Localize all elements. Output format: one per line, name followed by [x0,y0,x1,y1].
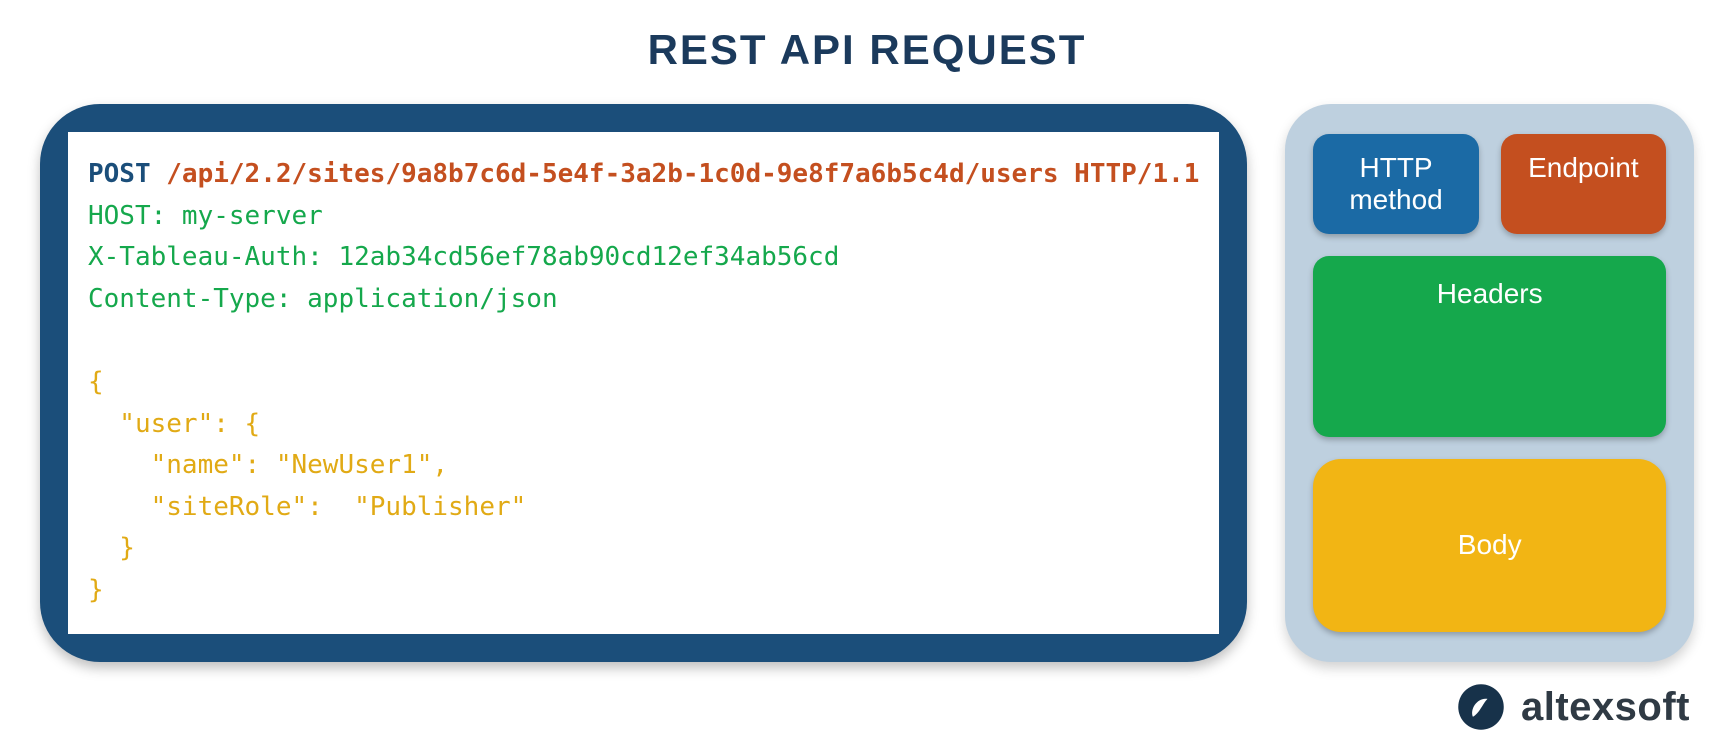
diagram-title: REST API REQUEST [0,0,1734,74]
code-body-line: "siteRole": "Publisher" [88,492,526,522]
code-endpoint: /api/2.2/sites/9a8b7c6d-5e4f-3a2b-1c0d-9… [166,159,1199,189]
legend-body: Body [1313,459,1666,632]
code-body-line: "name": "NewUser1", [88,450,448,480]
code-header-host: HOST: my-server [88,201,323,231]
legend-body-label: Body [1458,529,1522,561]
code-header-content-type: Content-Type: application/json [88,284,558,314]
code-body-line: "user": { [88,409,260,439]
brand-logo-icon [1455,681,1507,733]
code-body-line: } [88,575,104,605]
request-code: POST /api/2.2/sites/9a8b7c6d-5e4f-3a2b-1… [68,132,1219,634]
code-body-line: { [88,367,104,397]
code-body-line: } [88,533,135,563]
request-code-card: POST /api/2.2/sites/9a8b7c6d-5e4f-3a2b-1… [40,104,1247,662]
brand-name: altexsoft [1521,685,1690,730]
code-header-auth: X-Tableau-Auth: 12ab34cd56ef78ab90cd12ef… [88,242,839,272]
legend-panel: HTTP method Endpoint Headers Body [1285,104,1694,662]
legend-headers: Headers [1313,256,1666,437]
legend-http-method: HTTP method [1313,134,1478,234]
code-method: POST [88,159,151,189]
brand: altexsoft [1455,681,1690,733]
legend-endpoint: Endpoint [1501,134,1666,234]
